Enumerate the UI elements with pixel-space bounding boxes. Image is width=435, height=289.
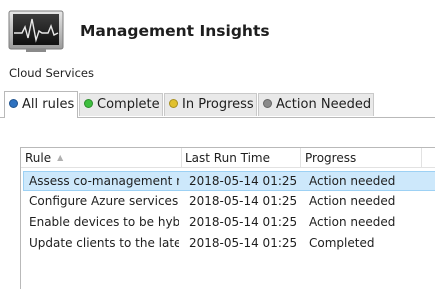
rule-cell: Update clients to the lates... <box>29 236 179 250</box>
column-divider[interactable] <box>181 148 182 168</box>
last-run-cell: 2018-05-14 01:25 <box>189 174 298 188</box>
last-run-cell: 2018-05-14 01:25 <box>189 215 298 229</box>
last-run-cell: 2018-05-14 01:25 <box>189 236 298 250</box>
monitor-heartbeat-icon <box>8 9 64 54</box>
table-row[interactable]: Configure Azure services f... 2018-05-14… <box>23 192 435 212</box>
table-row[interactable]: Assess co-management re... 2018-05-14 01… <box>23 171 435 191</box>
progress-cell: Action needed <box>309 194 396 208</box>
column-header-last-run-time[interactable]: Last Run Time <box>185 148 270 168</box>
blue-dot-icon <box>9 99 18 108</box>
tab-bar: All rules Complete In Progress Action Ne… <box>0 91 435 118</box>
column-header-rule[interactable]: Rule ▲ <box>25 148 63 168</box>
table-row[interactable]: Update clients to the lates... 2018-05-1… <box>23 234 435 254</box>
page-title: Management Insights <box>80 22 270 40</box>
progress-cell: Action needed <box>309 174 396 188</box>
column-divider[interactable] <box>300 148 301 168</box>
tab-in-progress[interactable]: In Progress <box>164 93 257 116</box>
tab-all-rules[interactable]: All rules <box>4 91 78 118</box>
breadcrumb[interactable]: Cloud Services <box>9 66 94 80</box>
last-run-cell: 2018-05-14 01:25 <box>189 194 298 208</box>
column-divider[interactable] <box>421 148 422 168</box>
green-dot-icon <box>84 99 93 108</box>
table-header: Rule ▲ Last Run Time Progress <box>21 148 435 168</box>
table-row[interactable]: Enable devices to be hybri... 2018-05-14… <box>23 213 435 233</box>
tab-label: Action Needed <box>276 97 372 112</box>
tab-action-needed[interactable]: Action Needed <box>258 93 374 116</box>
tab-label: All rules <box>22 97 75 112</box>
tab-label: Complete <box>97 97 160 112</box>
yellow-dot-icon <box>169 99 178 108</box>
rule-cell: Assess co-management re... <box>29 174 179 188</box>
tab-complete[interactable]: Complete <box>79 93 163 116</box>
header: Management Insights <box>0 0 435 66</box>
rule-cell: Enable devices to be hybri... <box>29 215 179 229</box>
rule-cell: Configure Azure services f... <box>29 194 179 208</box>
tab-label: In Progress <box>182 97 254 112</box>
gray-dot-icon <box>263 99 272 108</box>
rules-table: Rule ▲ Last Run Time Progress Assess co-m… <box>20 147 435 289</box>
sort-ascending-icon: ▲ <box>57 153 64 162</box>
progress-cell: Completed <box>309 236 375 250</box>
column-header-progress[interactable]: Progress <box>305 148 356 168</box>
progress-cell: Action needed <box>309 215 396 229</box>
